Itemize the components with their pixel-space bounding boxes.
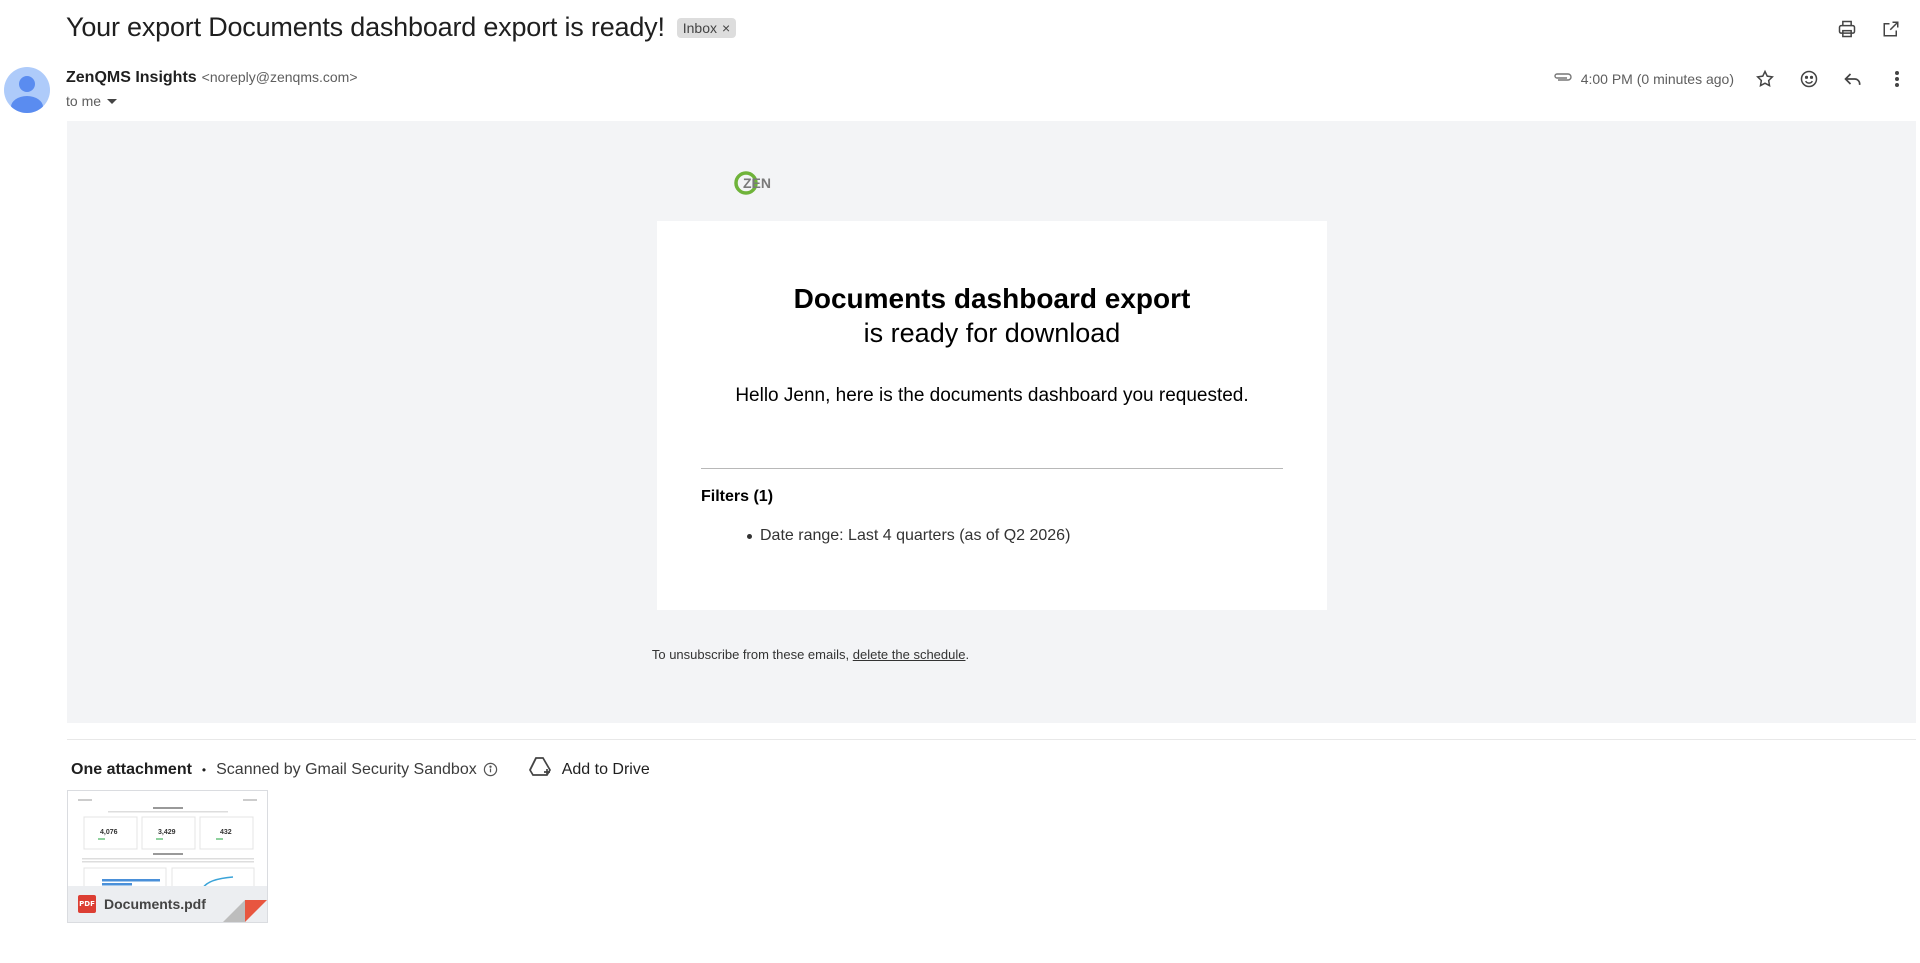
export-card: Documents dashboard export is ready for … xyxy=(657,221,1327,610)
remove-label-icon[interactable]: × xyxy=(722,20,730,36)
emoji-icon[interactable] xyxy=(1796,66,1822,92)
card-title: Documents dashboard export xyxy=(793,283,1191,314)
drive-add-icon xyxy=(528,756,552,783)
add-to-drive-button[interactable]: Add to Drive xyxy=(528,756,650,783)
info-icon[interactable] xyxy=(483,762,498,777)
more-vert-icon[interactable] xyxy=(1884,66,1910,92)
attachment-filename: Documents.pdf xyxy=(104,896,206,912)
filters-heading: Filters (1) xyxy=(701,488,774,505)
recipient-details-toggle[interactable]: to me xyxy=(66,93,358,109)
filter-list-item: Date range: Last 4 quarters (as of Q2 20… xyxy=(747,527,1070,545)
pdf-icon: PDF xyxy=(78,895,96,913)
top-actions xyxy=(1834,16,1904,42)
thumb-value-3: 432 xyxy=(220,829,232,836)
attachment-card[interactable]: 4,076 3,429 432 PDF Documents.pdf xyxy=(67,790,268,923)
scan-status: Scanned by Gmail Security Sandbox xyxy=(216,760,477,778)
star-icon[interactable] xyxy=(1752,66,1778,92)
chevron-down-icon xyxy=(107,98,118,104)
inbox-label-chip[interactable]: Inbox × xyxy=(676,17,737,38)
thumb-value-2: 3,429 xyxy=(158,829,176,836)
inbox-label-text: Inbox xyxy=(682,19,717,36)
print-icon[interactable] xyxy=(1834,16,1860,42)
delete-schedule-link[interactable]: delete the schedule xyxy=(853,647,966,662)
zenqms-logo: ZEN xyxy=(734,168,774,198)
paperclip-icon xyxy=(1553,70,1573,88)
sender-block: ZenQMS Insights <noreply@zenqms.com> to … xyxy=(66,69,358,109)
email-subject: Your export Documents dashboard export i… xyxy=(66,12,665,42)
sender-avatar[interactable] xyxy=(4,67,50,113)
card-subtitle: is ready for download xyxy=(863,318,1121,348)
recipient-label: to me xyxy=(66,93,102,109)
footer-end: . xyxy=(965,647,970,662)
logo-text: ZEN xyxy=(743,175,771,191)
footer-text: To unsubscribe from these emails, xyxy=(651,647,853,662)
email-body: ZEN Documents dashboard export is ready … xyxy=(67,121,1916,723)
sender-name[interactable]: ZenQMS Insights xyxy=(66,69,197,87)
thumb-value-1: 4,076 xyxy=(100,829,118,836)
reply-icon[interactable] xyxy=(1840,66,1866,92)
message-meta: 4:00 PM (0 minutes ago) xyxy=(1553,66,1910,92)
page-corner-icon xyxy=(223,900,267,922)
divider xyxy=(701,468,1283,469)
sender-email: <noreply@zenqms.com> xyxy=(201,69,358,85)
subject-row: Your export Documents dashboard export i… xyxy=(66,12,737,43)
message-timestamp: 4:00 PM (0 minutes ago) xyxy=(1580,71,1734,87)
unsubscribe-footer: To unsubscribe from these emails, delete… xyxy=(67,647,1554,662)
attachment-count: One attachment xyxy=(71,760,192,778)
add-to-drive-label: Add to Drive xyxy=(561,760,650,778)
attachments-header: One attachment • Scanned by Gmail Securi… xyxy=(71,756,650,783)
filter-date-range: Date range: Last 4 quarters (as of Q2 20… xyxy=(760,527,1071,544)
attachment-thumbnail: 4,076 3,429 432 xyxy=(68,791,267,889)
attachment-separator xyxy=(67,739,1916,740)
open-in-new-window-icon[interactable] xyxy=(1878,16,1904,42)
dot-separator: • xyxy=(201,762,207,777)
bullet-icon xyxy=(747,533,752,539)
card-greeting: Hello Jenn, here is the documents dashbo… xyxy=(735,385,1249,406)
